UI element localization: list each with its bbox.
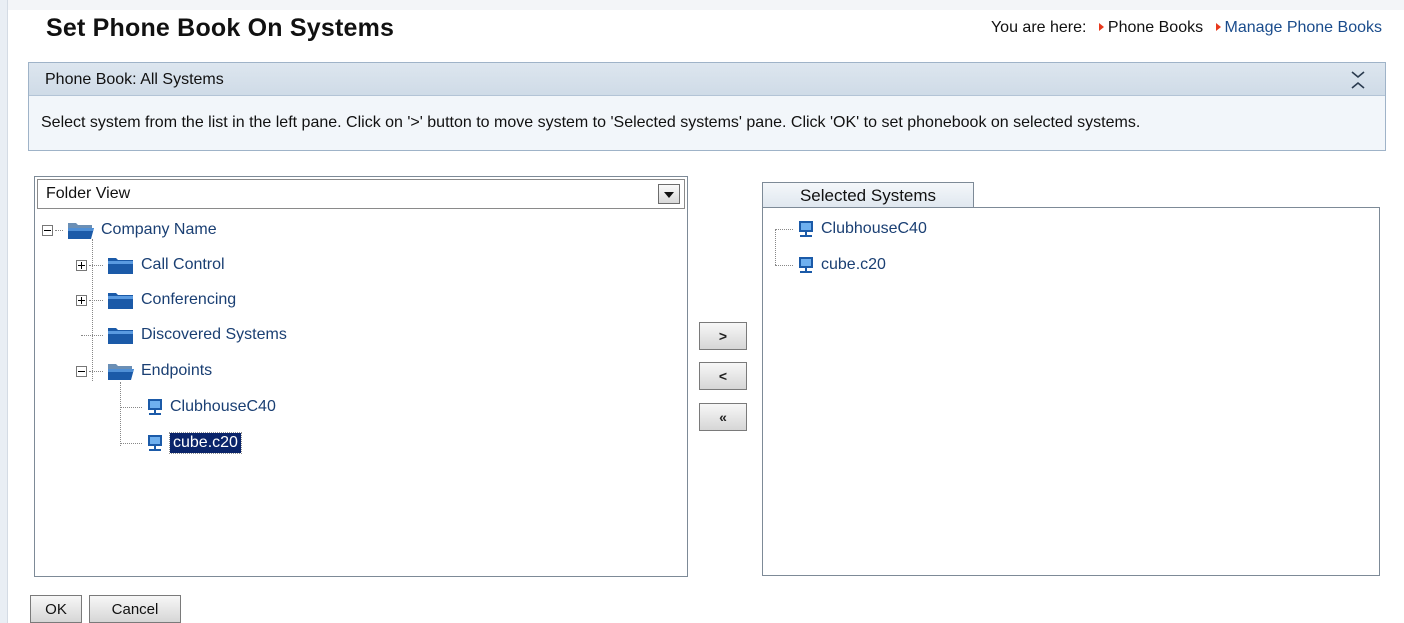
- top-band: [8, 0, 1404, 10]
- info-panel-title: Phone Book: All Systems: [45, 71, 224, 88]
- tree-node-company-name[interactable]: Company Name: [41, 218, 217, 242]
- selected-item-label: cube.c20: [821, 256, 886, 273]
- selected-item-clubhousec40[interactable]: ClubhouseC40: [775, 217, 927, 241]
- info-panel-header: Phone Book: All Systems: [29, 63, 1385, 96]
- tree-node-discovered-systems[interactable]: Discovered Systems: [75, 323, 287, 347]
- breadcrumb-phone-books[interactable]: Phone Books: [1108, 19, 1203, 36]
- remove-system-button[interactable]: <: [699, 362, 747, 390]
- add-system-button[interactable]: >: [699, 322, 747, 350]
- expand-toggle-icon[interactable]: [76, 260, 87, 271]
- folder-view-select[interactable]: Folder View: [37, 179, 685, 209]
- tree-label: Discovered Systems: [141, 326, 287, 343]
- cancel-button[interactable]: Cancel: [89, 595, 181, 623]
- breadcrumb-prefix: You are here:: [990, 19, 1087, 36]
- tree-label: Call Control: [141, 256, 225, 273]
- collapse-toggle-icon[interactable]: [76, 366, 87, 377]
- tree-label-selected: cube.c20: [169, 432, 242, 454]
- remove-all-systems-button[interactable]: «: [699, 403, 747, 431]
- folder-icon: [108, 328, 133, 344]
- tree-node-cube-c20[interactable]: cube.c20: [120, 431, 242, 455]
- tree-label: Endpoints: [141, 362, 213, 379]
- selected-item-label: ClubhouseC40: [821, 220, 927, 237]
- tree-node-endpoints[interactable]: Endpoints: [75, 359, 212, 383]
- folder-view-value: Folder View: [46, 185, 131, 202]
- open-folder-icon: [108, 364, 134, 380]
- tree-label: Company Name: [101, 221, 217, 238]
- ok-button[interactable]: OK: [30, 595, 82, 623]
- endpoint-icon: [148, 399, 162, 415]
- collapse-icon[interactable]: [1349, 69, 1367, 91]
- breadcrumb: You are here: Phone Books Manage Phone B…: [991, 19, 1382, 37]
- phone-book-info-panel: Phone Book: All Systems Select system fr…: [28, 62, 1386, 151]
- folder-icon: [108, 258, 133, 274]
- endpoint-icon: [799, 221, 813, 237]
- page-title: Set Phone Book On Systems: [46, 14, 395, 42]
- selected-systems-pane: ClubhouseC40 cube.c20: [762, 207, 1380, 576]
- endpoint-icon: [148, 435, 162, 451]
- tree-node-clubhousec40[interactable]: ClubhouseC40: [120, 395, 276, 419]
- selected-item-cube-c20[interactable]: cube.c20: [775, 253, 886, 277]
- folder-icon: [108, 293, 133, 309]
- chevron-down-icon[interactable]: [658, 184, 680, 204]
- tree-label: Conferencing: [141, 291, 237, 308]
- breadcrumb-arrow-icon: [1098, 23, 1104, 31]
- left-edge: [0, 0, 8, 623]
- collapse-toggle-icon[interactable]: [42, 225, 53, 236]
- breadcrumb-arrow-icon: [1215, 23, 1221, 31]
- info-panel-instructions: Select system from the list in the left …: [29, 96, 1385, 150]
- selected-systems-tab[interactable]: Selected Systems: [762, 182, 974, 208]
- endpoint-icon: [799, 257, 813, 273]
- tree-node-call-control[interactable]: Call Control: [75, 253, 225, 277]
- expand-toggle-icon[interactable]: [76, 295, 87, 306]
- open-folder-icon: [68, 223, 94, 239]
- tree-label: ClubhouseC40: [170, 398, 276, 415]
- system-tree-pane: Folder View Company Name Call Control Co…: [34, 176, 688, 577]
- tree-node-conferencing[interactable]: Conferencing: [75, 288, 236, 312]
- breadcrumb-manage-phone-books[interactable]: Manage Phone Books: [1225, 19, 1382, 36]
